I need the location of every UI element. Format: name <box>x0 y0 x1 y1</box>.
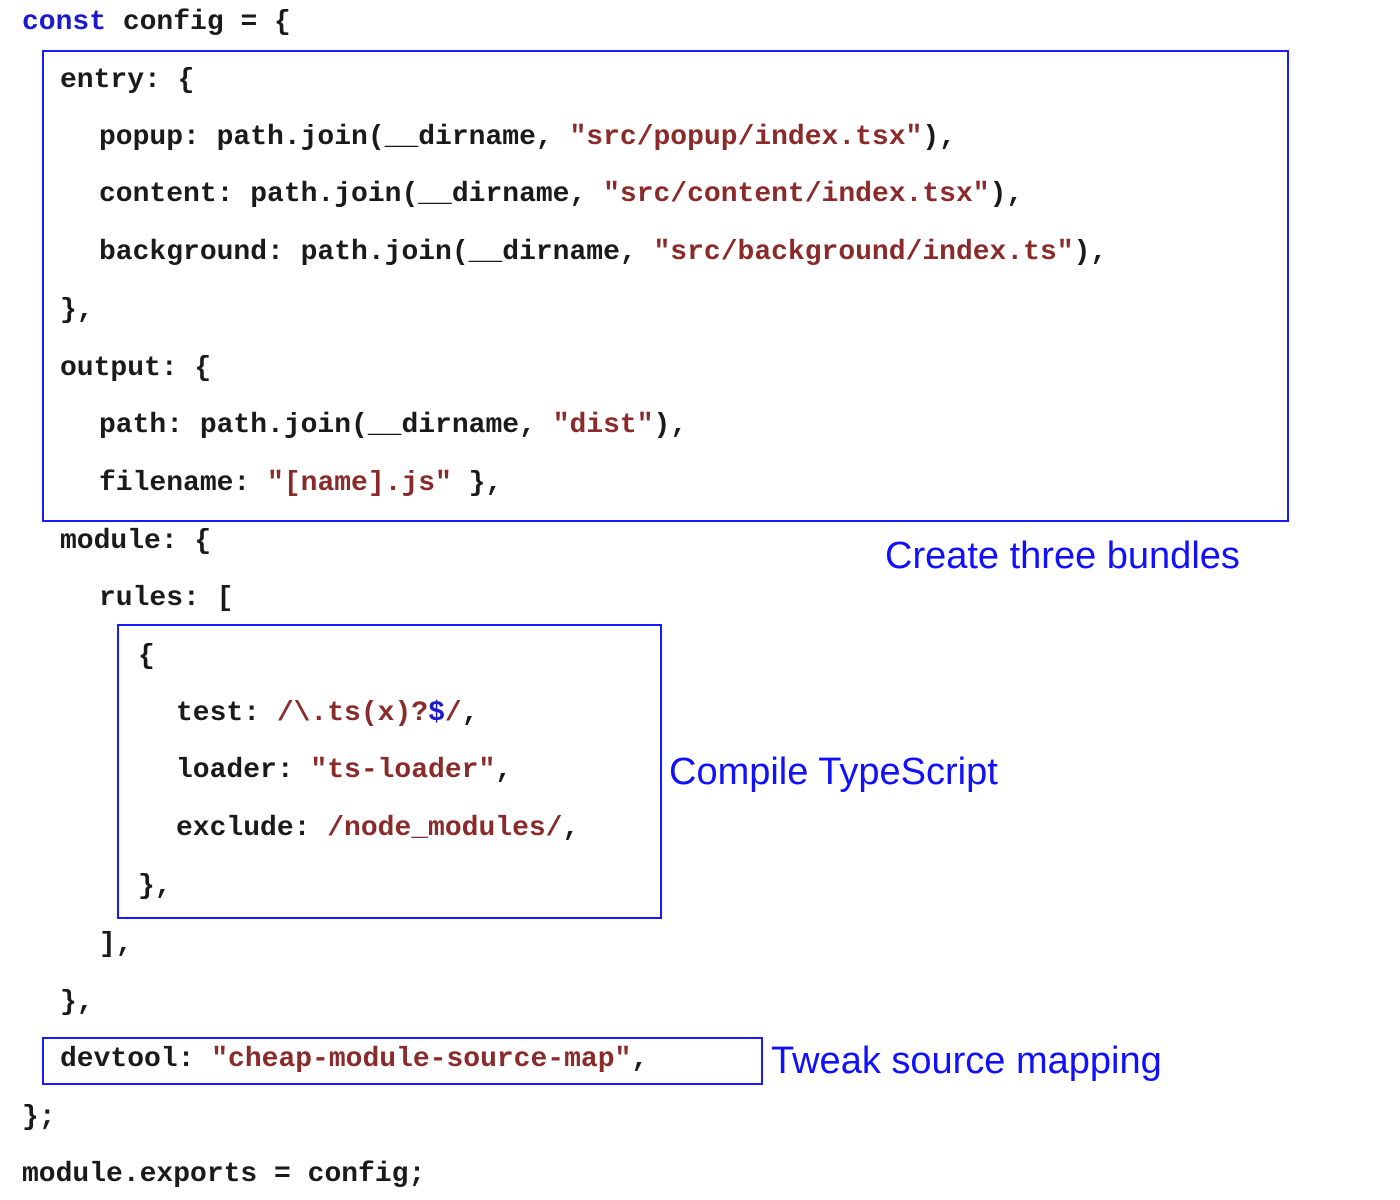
code-line-module-close: }, <box>60 987 94 1018</box>
annotation-typescript: Compile TypeScript <box>669 751 998 793</box>
annotation-sourcemap: Tweak source mapping <box>771 1040 1162 1082</box>
highlight-box-typescript <box>117 624 662 919</box>
code-line-const: const config = { <box>22 7 291 38</box>
code-line-config-close: }; <box>22 1102 56 1133</box>
code-line-module: module: { <box>60 526 212 557</box>
code-line-rules: rules: [ <box>99 583 234 614</box>
code-line-rules-close: ], <box>99 929 133 960</box>
annotation-bundles: Create three bundles <box>885 535 1240 577</box>
highlight-box-bundles <box>42 50 1289 522</box>
keyword-const: const <box>22 7 107 38</box>
code-line-exports: module.exports = config; <box>22 1159 426 1190</box>
highlight-box-sourcemap <box>42 1037 763 1085</box>
